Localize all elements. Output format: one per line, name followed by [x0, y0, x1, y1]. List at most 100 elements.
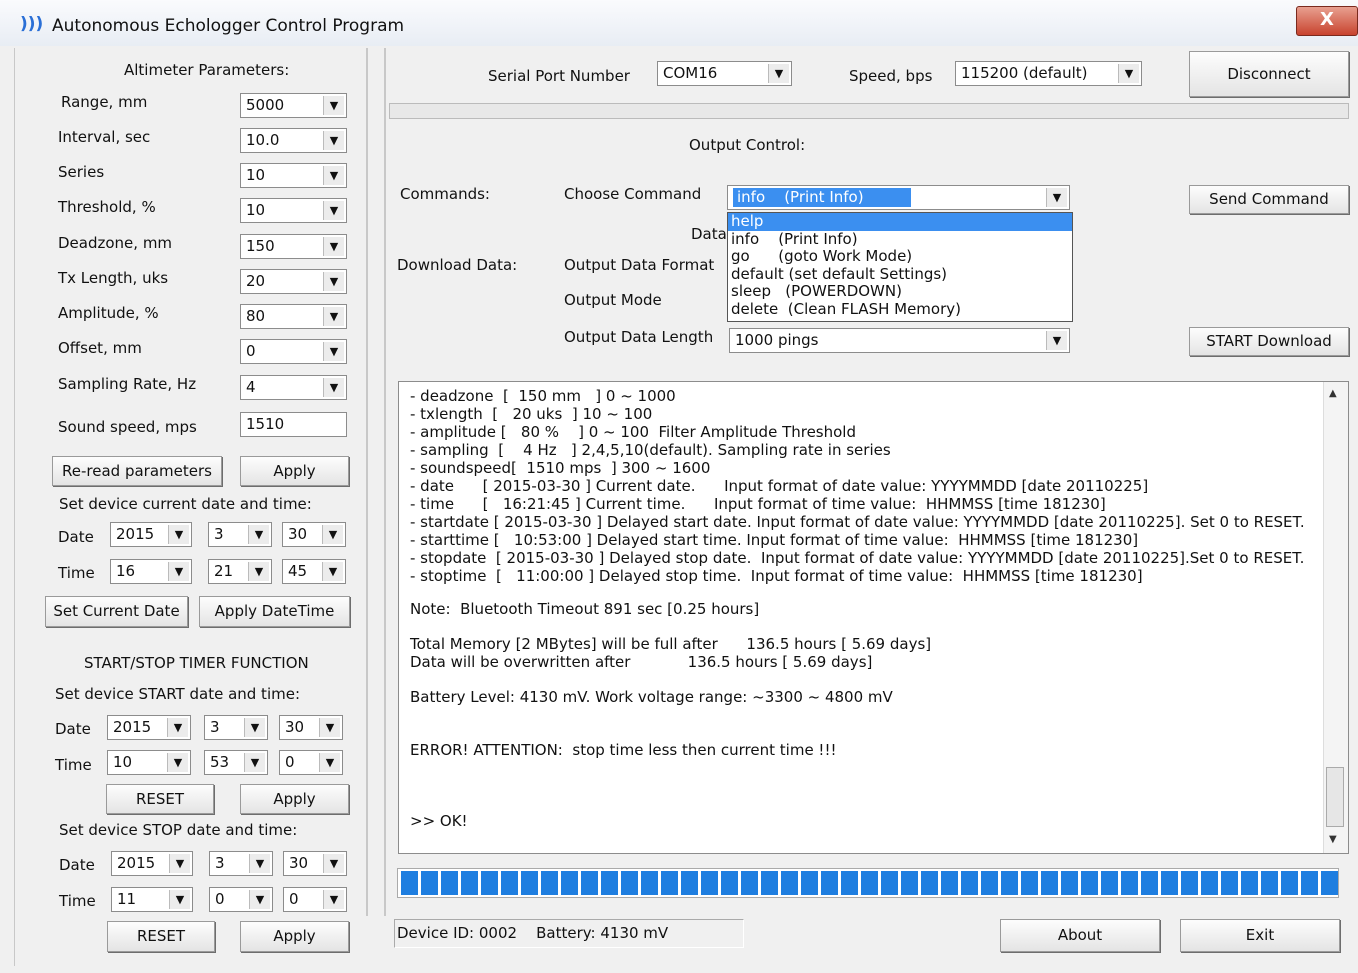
output-mode-label: Output Mode [564, 291, 662, 309]
scroll-thumb[interactable] [1326, 767, 1344, 827]
chevron-down-icon[interactable]: ▼ [323, 237, 344, 256]
current-hour-select[interactable]: 16 ▼ [110, 559, 192, 584]
chevron-down-icon[interactable]: ▼ [322, 525, 343, 544]
stop-month-select[interactable]: 3 ▼ [209, 851, 273, 876]
log-output[interactable]: - deadzone [ 150 mm ] 0 ~ 1000 - txlengt… [398, 381, 1349, 854]
chevron-down-icon[interactable]: ▼ [248, 562, 269, 581]
exit-button[interactable]: Exit [1180, 919, 1340, 952]
start-second-select[interactable]: 0 ▼ [279, 750, 343, 775]
offset-select[interactable]: 0 ▼ [240, 339, 347, 364]
start-apply-button[interactable]: Apply [240, 784, 349, 814]
dropdown-item[interactable]: info (Print Info) [728, 230, 1072, 249]
set-current-date-button[interactable]: Set Current Date [45, 596, 188, 627]
range-select[interactable]: 5000 ▼ [240, 93, 347, 118]
chevron-down-icon[interactable]: ▼ [323, 342, 344, 361]
serial-port-select[interactable]: COM16 ▼ [657, 61, 792, 86]
chevron-down-icon[interactable]: ▼ [323, 307, 344, 326]
chevron-down-icon[interactable]: ▼ [249, 854, 270, 873]
dropdown-item[interactable]: help [728, 212, 1072, 231]
progress-segment [861, 871, 878, 895]
send-command-button[interactable]: Send Command [1189, 185, 1349, 214]
close-button[interactable]: X [1296, 6, 1358, 36]
chevron-down-icon[interactable]: ▼ [1118, 64, 1139, 83]
output-length-select[interactable]: 1000 pings ▼ [729, 328, 1070, 353]
current-second-select[interactable]: 45 ▼ [282, 559, 346, 584]
start-download-button[interactable]: START Download [1189, 327, 1349, 356]
chevron-down-icon[interactable]: ▼ [1046, 188, 1067, 207]
stop-hour-value: 11 [117, 890, 137, 908]
dropdown-item[interactable]: default (set default Settings) [728, 265, 1072, 284]
progress-segment [681, 871, 698, 895]
dropdown-item[interactable]: go (goto Work Mode) [728, 247, 1072, 266]
chevron-down-icon[interactable]: ▼ [323, 890, 344, 909]
progress-segment [1081, 871, 1098, 895]
stop-second-select[interactable]: 0 ▼ [283, 887, 347, 912]
chevron-down-icon[interactable]: ▼ [169, 854, 190, 873]
reread-parameters-button[interactable]: Re-read parameters [52, 456, 222, 486]
start-year-select[interactable]: 2015 ▼ [107, 715, 191, 740]
chevron-down-icon[interactable]: ▼ [244, 753, 265, 772]
deadzone-select[interactable]: 150 ▼ [240, 234, 347, 259]
scroll-up-icon[interactable]: ▲ [1329, 388, 1337, 399]
about-button[interactable]: About [1000, 919, 1160, 952]
chevron-down-icon[interactable]: ▼ [169, 890, 190, 909]
sound-speed-input[interactable]: 1510 [240, 412, 347, 437]
chevron-down-icon[interactable]: ▼ [168, 562, 189, 581]
current-minute-select[interactable]: 21 ▼ [208, 559, 272, 584]
start-hour-select[interactable]: 10 ▼ [107, 750, 191, 775]
stop-year-select[interactable]: 2015 ▼ [111, 851, 193, 876]
chevron-down-icon[interactable]: ▼ [323, 166, 344, 185]
command-dropdown-list[interactable]: help info (Print Info) go (goto Work Mod… [727, 212, 1073, 322]
dropdown-item[interactable]: delete (Clean FLASH Memory) [728, 300, 1072, 319]
start-reset-button[interactable]: RESET [106, 784, 214, 814]
stop-apply-button[interactable]: Apply [240, 921, 349, 952]
chevron-down-icon[interactable]: ▼ [249, 890, 270, 909]
chevron-down-icon[interactable]: ▼ [167, 718, 188, 737]
threshold-select[interactable]: 10 ▼ [240, 198, 347, 223]
chevron-down-icon[interactable]: ▼ [319, 718, 340, 737]
command-select[interactable]: info (Print Info) ▼ [727, 185, 1070, 210]
interval-select[interactable]: 10.0 ▼ [240, 128, 347, 153]
param-label-offset: Offset, mm [58, 339, 142, 357]
start-day-select[interactable]: 30 ▼ [279, 715, 343, 740]
chevron-down-icon[interactable]: ▼ [323, 96, 344, 115]
chevron-down-icon[interactable]: ▼ [167, 753, 188, 772]
chevron-down-icon[interactable]: ▼ [244, 718, 265, 737]
chevron-down-icon[interactable]: ▼ [319, 753, 340, 772]
current-day-select[interactable]: 30 ▼ [282, 522, 346, 547]
chevron-down-icon[interactable]: ▼ [168, 525, 189, 544]
chevron-down-icon[interactable]: ▼ [768, 64, 789, 83]
log-scrollbar[interactable]: ▲ ▼ [1323, 382, 1348, 853]
stop-hour-select[interactable]: 11 ▼ [111, 887, 193, 912]
chevron-down-icon[interactable]: ▼ [323, 131, 344, 150]
start-month-select[interactable]: 3 ▼ [204, 715, 268, 740]
chevron-down-icon[interactable]: ▼ [323, 201, 344, 220]
log-line: - stopdate [ 2015-03-30 ] Delayed stop d… [410, 549, 1305, 567]
amplitude-select[interactable]: 80 ▼ [240, 304, 347, 329]
scroll-down-icon[interactable]: ▼ [1329, 834, 1337, 845]
current-year-select[interactable]: 2015 ▼ [110, 522, 192, 547]
download-data-label: Download Data: [397, 256, 518, 274]
connection-progress-bar [389, 103, 1349, 119]
disconnect-button[interactable]: Disconnect [1189, 51, 1349, 97]
txlength-select[interactable]: 20 ▼ [240, 269, 347, 294]
apply-parameters-button[interactable]: Apply [240, 456, 349, 486]
speed-select[interactable]: 115200 (default) ▼ [955, 61, 1142, 86]
chevron-down-icon[interactable]: ▼ [323, 272, 344, 291]
threshold-value: 10 [246, 201, 266, 219]
series-select[interactable]: 10 ▼ [240, 163, 347, 188]
chevron-down-icon[interactable]: ▼ [248, 525, 269, 544]
dropdown-item[interactable]: sleep (POWERDOWN) [728, 282, 1072, 301]
stop-reset-button[interactable]: RESET [107, 921, 215, 952]
stop-minute-select[interactable]: 0 ▼ [209, 887, 273, 912]
sampling-select[interactable]: 4 ▼ [240, 375, 347, 400]
start-minute-select[interactable]: 53 ▼ [204, 750, 268, 775]
chevron-down-icon[interactable]: ▼ [1046, 331, 1067, 350]
apply-datetime-button[interactable]: Apply DateTime [199, 596, 350, 627]
current-month-select[interactable]: 3 ▼ [208, 522, 272, 547]
chevron-down-icon[interactable]: ▼ [323, 854, 344, 873]
chevron-down-icon[interactable]: ▼ [322, 562, 343, 581]
chevron-down-icon[interactable]: ▼ [323, 378, 344, 397]
timer-heading: START/STOP TIMER FUNCTION [84, 654, 309, 672]
stop-day-select[interactable]: 30 ▼ [283, 851, 347, 876]
